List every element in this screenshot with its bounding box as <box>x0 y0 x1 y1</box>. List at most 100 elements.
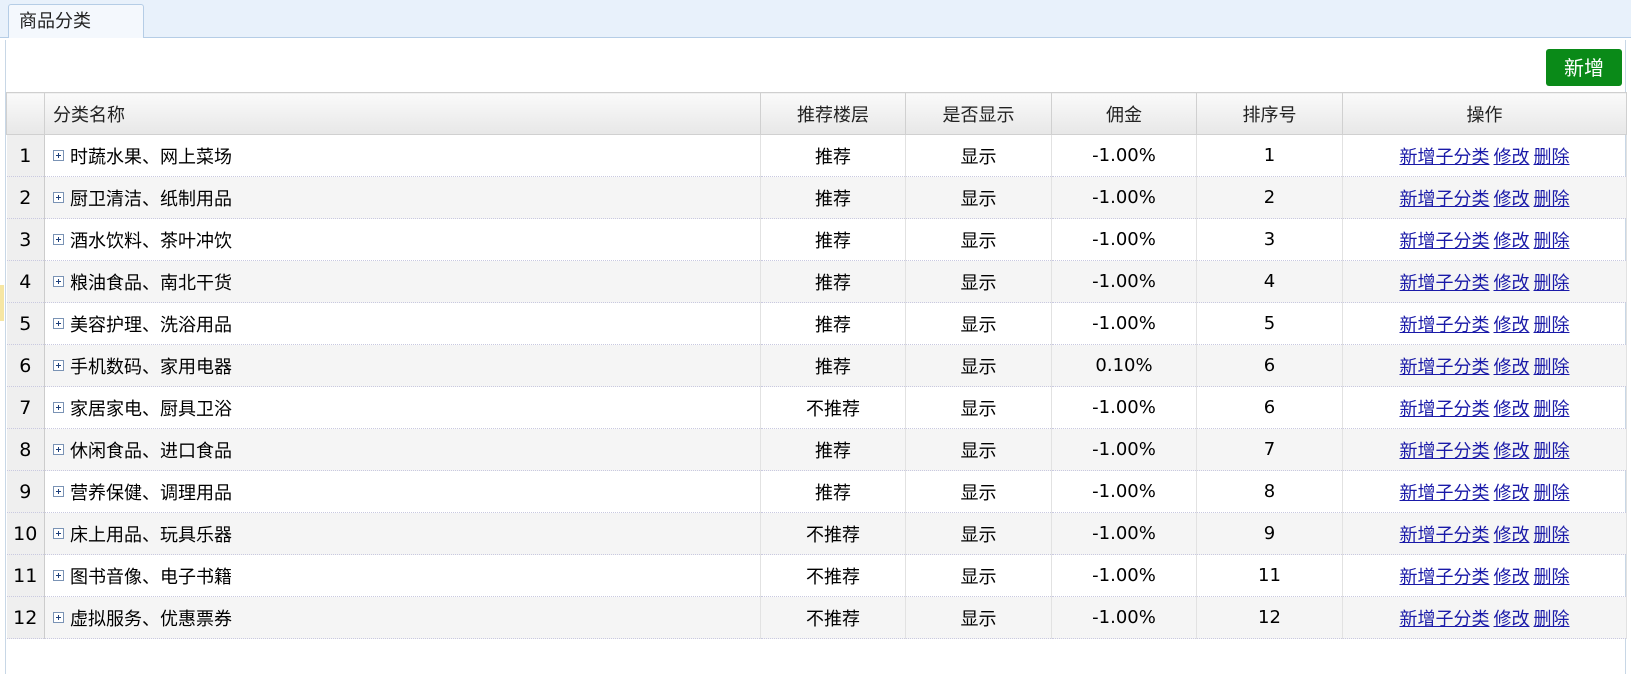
sort-cell: 8 <box>1196 470 1343 513</box>
floor-cell: 推荐 <box>760 260 906 303</box>
floor-cell: 不推荐 <box>760 386 906 429</box>
edit-link[interactable]: 修改 <box>1494 273 1530 294</box>
commission-cell: -1.00% <box>1051 218 1197 261</box>
add-child-link[interactable]: 新增子分类 <box>1400 483 1490 504</box>
expand-icon[interactable] <box>53 150 64 161</box>
delete-link[interactable]: 删除 <box>1534 231 1570 252</box>
edit-link[interactable]: 修改 <box>1494 399 1530 420</box>
delete-link[interactable]: 删除 <box>1534 357 1570 378</box>
expand-icon[interactable] <box>53 528 64 539</box>
row-number: 12 <box>6 596 45 639</box>
row-number: 2 <box>6 176 45 219</box>
floor-cell: 推荐 <box>760 302 906 345</box>
add-child-link[interactable]: 新增子分类 <box>1400 357 1490 378</box>
table-row[interactable]: 1 时蔬水果、网上菜场 推荐 显示 -1.00% 1 新增子分类 修改 删除 <box>6 134 1627 177</box>
sort-cell: 11 <box>1196 554 1343 597</box>
expand-icon[interactable] <box>53 192 64 203</box>
expand-icon[interactable] <box>53 444 64 455</box>
edit-link[interactable]: 修改 <box>1494 567 1530 588</box>
show-cell: 显示 <box>905 134 1052 177</box>
sort-cell: 6 <box>1196 386 1343 429</box>
add-child-link[interactable]: 新增子分类 <box>1400 399 1490 420</box>
add-child-link[interactable]: 新增子分类 <box>1400 567 1490 588</box>
category-name: 粮油食品、南北干货 <box>70 272 232 294</box>
header-actions[interactable]: 操作 <box>1342 92 1627 135</box>
add-child-link[interactable]: 新增子分类 <box>1400 525 1490 546</box>
table-row[interactable]: 11 图书音像、电子书籍 不推荐 显示 -1.00% 11 新增子分类 修改 删除 <box>6 554 1627 597</box>
expand-icon[interactable] <box>53 318 64 329</box>
tab-product-category[interactable]: 商品分类 <box>8 4 144 38</box>
delete-link[interactable]: 删除 <box>1534 609 1570 630</box>
category-name-cell: 营养保健、调理用品 <box>44 470 761 513</box>
table-row[interactable]: 4 粮油食品、南北干货 推荐 显示 -1.00% 4 新增子分类 修改 删除 <box>6 260 1627 303</box>
expand-icon[interactable] <box>53 360 64 371</box>
sort-cell: 7 <box>1196 428 1343 471</box>
row-number: 6 <box>6 344 45 387</box>
show-cell: 显示 <box>905 344 1052 387</box>
edit-link[interactable]: 修改 <box>1494 231 1530 252</box>
edit-link[interactable]: 修改 <box>1494 189 1530 210</box>
add-child-link[interactable]: 新增子分类 <box>1400 315 1490 336</box>
delete-link[interactable]: 删除 <box>1534 441 1570 462</box>
table-row[interactable]: 7 家居家电、厨具卫浴 不推荐 显示 -1.00% 6 新增子分类 修改 删除 <box>6 386 1627 429</box>
sort-cell: 1 <box>1196 134 1343 177</box>
edit-link[interactable]: 修改 <box>1494 441 1530 462</box>
delete-link[interactable]: 删除 <box>1534 273 1570 294</box>
floor-cell: 推荐 <box>760 428 906 471</box>
delete-link[interactable]: 删除 <box>1534 525 1570 546</box>
table-row[interactable]: 5 美容护理、洗浴用品 推荐 显示 -1.00% 5 新增子分类 修改 删除 <box>6 302 1627 345</box>
edit-link[interactable]: 修改 <box>1494 609 1530 630</box>
commission-cell: -1.00% <box>1051 470 1197 513</box>
edit-link[interactable]: 修改 <box>1494 357 1530 378</box>
add-child-link[interactable]: 新增子分类 <box>1400 441 1490 462</box>
expand-icon[interactable] <box>53 276 64 287</box>
category-name: 营养保健、调理用品 <box>70 482 232 504</box>
category-name-cell: 床上用品、玩具乐器 <box>44 512 761 555</box>
add-child-link[interactable]: 新增子分类 <box>1400 189 1490 210</box>
edit-link[interactable]: 修改 <box>1494 315 1530 336</box>
floor-cell: 推荐 <box>760 470 906 513</box>
row-number: 11 <box>6 554 45 597</box>
floor-cell: 推荐 <box>760 344 906 387</box>
expand-icon[interactable] <box>53 234 64 245</box>
delete-link[interactable]: 删除 <box>1534 567 1570 588</box>
edit-link[interactable]: 修改 <box>1494 483 1530 504</box>
header-commission[interactable]: 佣金 <box>1051 92 1197 135</box>
delete-link[interactable]: 删除 <box>1534 147 1570 168</box>
table-row[interactable]: 10 床上用品、玩具乐器 不推荐 显示 -1.00% 9 新增子分类 修改 删除 <box>6 512 1627 555</box>
category-name-cell: 酒水饮料、茶叶冲饮 <box>44 218 761 261</box>
expand-icon[interactable] <box>53 570 64 581</box>
add-child-link[interactable]: 新增子分类 <box>1400 231 1490 252</box>
expand-icon[interactable] <box>53 402 64 413</box>
add-child-link[interactable]: 新增子分类 <box>1400 147 1490 168</box>
delete-link[interactable]: 删除 <box>1534 315 1570 336</box>
add-child-link[interactable]: 新增子分类 <box>1400 273 1490 294</box>
table-row[interactable]: 3 酒水饮料、茶叶冲饮 推荐 显示 -1.00% 3 新增子分类 修改 删除 <box>6 218 1627 261</box>
header-rownum <box>6 92 45 135</box>
table-row[interactable]: 6 手机数码、家用电器 推荐 显示 0.10% 6 新增子分类 修改 删除 <box>6 344 1627 387</box>
header-sort[interactable]: 排序号 <box>1196 92 1343 135</box>
delete-link[interactable]: 删除 <box>1534 399 1570 420</box>
expand-icon[interactable] <box>53 612 64 623</box>
row-number: 5 <box>6 302 45 345</box>
edit-link[interactable]: 修改 <box>1494 147 1530 168</box>
add-child-link[interactable]: 新增子分类 <box>1400 609 1490 630</box>
sort-cell: 4 <box>1196 260 1343 303</box>
table-row[interactable]: 9 营养保健、调理用品 推荐 显示 -1.00% 8 新增子分类 修改 删除 <box>6 470 1627 513</box>
header-category-name[interactable]: 分类名称 <box>44 92 761 135</box>
category-name-cell: 家居家电、厨具卫浴 <box>44 386 761 429</box>
table-row[interactable]: 12 虚拟服务、优惠票券 不推荐 显示 -1.00% 12 新增子分类 修改 删除 <box>6 596 1627 639</box>
show-cell: 显示 <box>905 176 1052 219</box>
expand-icon[interactable] <box>53 486 64 497</box>
delete-link[interactable]: 删除 <box>1534 483 1570 504</box>
delete-link[interactable]: 删除 <box>1534 189 1570 210</box>
header-floor[interactable]: 推荐楼层 <box>760 92 906 135</box>
add-button[interactable]: 新增 <box>1546 49 1622 86</box>
category-name: 手机数码、家用电器 <box>70 356 232 378</box>
category-name: 床上用品、玩具乐器 <box>70 524 232 546</box>
table-row[interactable]: 2 厨卫清洁、纸制用品 推荐 显示 -1.00% 2 新增子分类 修改 删除 <box>6 176 1627 219</box>
header-show[interactable]: 是否显示 <box>905 92 1052 135</box>
actions-cell: 新增子分类 修改 删除 <box>1342 428 1627 471</box>
table-row[interactable]: 8 休闲食品、进口食品 推荐 显示 -1.00% 7 新增子分类 修改 删除 <box>6 428 1627 471</box>
edit-link[interactable]: 修改 <box>1494 525 1530 546</box>
